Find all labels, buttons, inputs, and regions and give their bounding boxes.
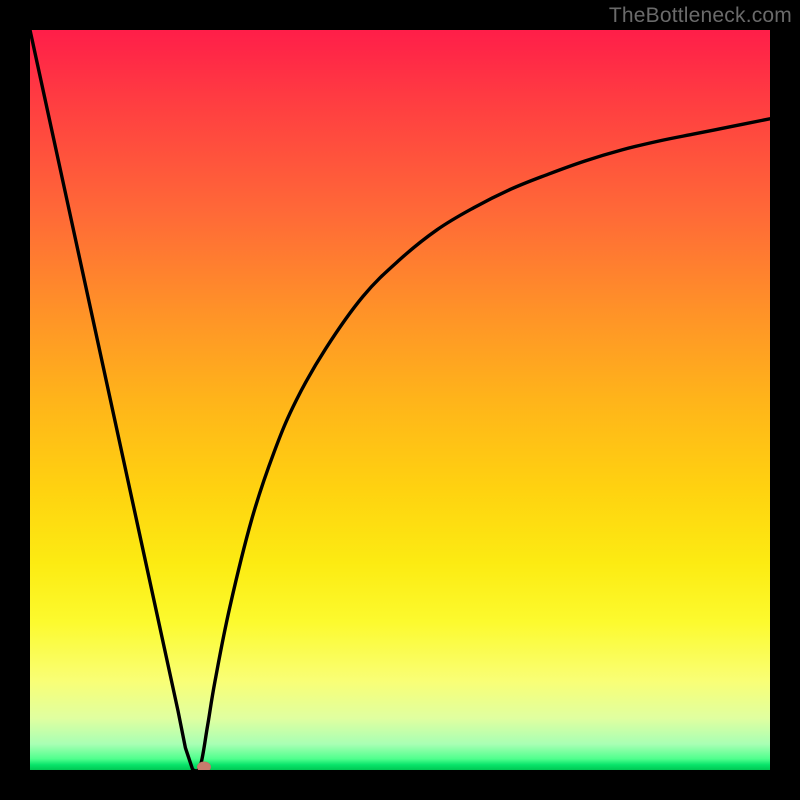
- minimum-marker: [197, 762, 211, 771]
- plot-area: [30, 30, 770, 770]
- chart-frame: TheBottleneck.com: [0, 0, 800, 800]
- watermark-text: TheBottleneck.com: [609, 4, 792, 28]
- bottleneck-curve: [30, 30, 770, 770]
